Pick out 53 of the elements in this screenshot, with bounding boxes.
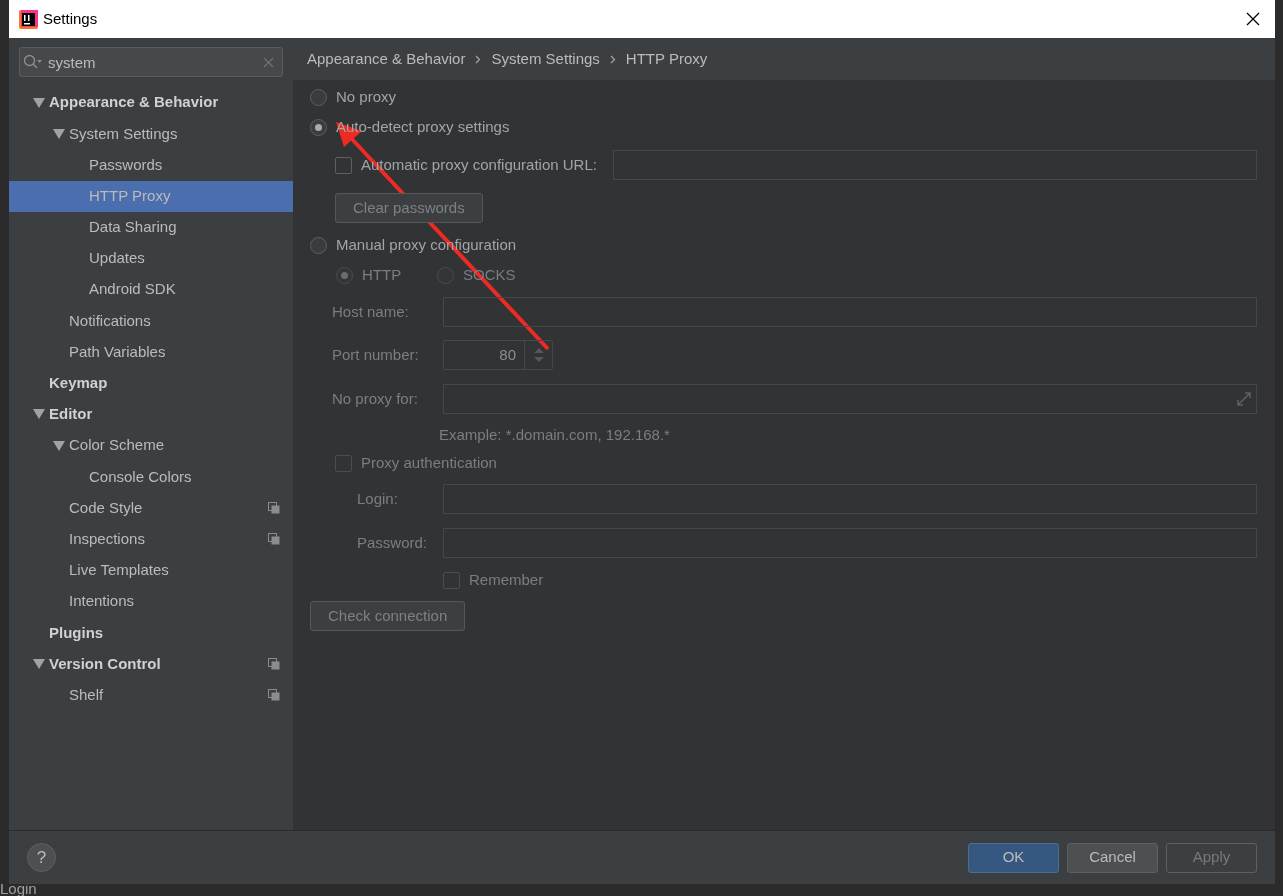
dialog-button[interactable]: OK bbox=[968, 842, 1059, 873]
tree-item[interactable]: Shelf bbox=[9, 679, 293, 711]
field-label: Password: bbox=[356, 532, 429, 553]
tree-item[interactable]: Notifications bbox=[9, 305, 293, 337]
expanded-triangle-icon[interactable] bbox=[33, 408, 45, 421]
tree-item[interactable]: Data Sharing bbox=[9, 211, 293, 243]
hint-text: Example: *.domain.com, 192.168.* bbox=[439, 424, 670, 445]
tree-item[interactable]: System Settings bbox=[9, 118, 293, 150]
field-label: No proxy for: bbox=[331, 388, 419, 409]
tree-item[interactable]: Inspections bbox=[9, 523, 293, 555]
field-label: Host name: bbox=[331, 301, 410, 322]
app-logo-icon bbox=[19, 9, 38, 29]
breadcrumb-item[interactable]: Appearance & Behavior bbox=[307, 47, 466, 71]
tree-item[interactable]: Keymap bbox=[9, 367, 293, 399]
search-icon bbox=[23, 54, 43, 70]
expand-icon[interactable] bbox=[1236, 391, 1252, 407]
tree-item[interactable]: Intentions bbox=[9, 586, 293, 618]
tree-item[interactable]: Live Templates bbox=[9, 554, 293, 586]
radio-label[interactable]: No proxy bbox=[336, 85, 397, 109]
tree-item[interactable]: Code Style bbox=[9, 492, 293, 524]
tree-item[interactable]: Console Colors bbox=[9, 461, 293, 493]
tree-item[interactable]: Version Control bbox=[9, 648, 293, 680]
breadcrumb-item[interactable]: HTTP Proxy bbox=[625, 47, 708, 71]
tree-item[interactable]: Appearance & Behavior bbox=[9, 87, 293, 119]
field-label: Port number: bbox=[331, 344, 420, 365]
host-name-field[interactable] bbox=[443, 297, 1257, 327]
field-label: Login: bbox=[356, 488, 399, 509]
tree-item[interactable]: Plugins bbox=[9, 617, 293, 649]
close-icon[interactable] bbox=[1246, 12, 1260, 26]
radio-button[interactable] bbox=[310, 236, 327, 254]
expanded-triangle-icon[interactable] bbox=[33, 96, 45, 109]
tree-item[interactable]: Color Scheme bbox=[9, 430, 293, 462]
radio-button[interactable] bbox=[310, 88, 327, 106]
expanded-triangle-icon[interactable] bbox=[53, 439, 65, 452]
clear-icon[interactable] bbox=[263, 57, 274, 68]
help-button[interactable]: ? bbox=[27, 843, 56, 872]
spinner-arrows-icon[interactable] bbox=[532, 347, 545, 363]
radio-button[interactable] bbox=[310, 118, 327, 136]
chevron-right-icon bbox=[609, 54, 616, 64]
tree-item[interactable]: Path Variables bbox=[9, 336, 293, 368]
expanded-triangle-icon[interactable] bbox=[33, 657, 45, 670]
breadcrumb-item[interactable]: System Settings bbox=[491, 47, 600, 71]
background-text: Login bbox=[0, 878, 37, 896]
dialog-button[interactable]: Cancel bbox=[1067, 842, 1158, 873]
search-field[interactable]: system bbox=[19, 47, 283, 77]
window-title: Settings bbox=[43, 8, 98, 29]
tree-item[interactable]: Updates bbox=[9, 242, 293, 275]
no-proxy-field[interactable] bbox=[443, 384, 1257, 414]
tree-item[interactable]: Android SDK bbox=[9, 274, 293, 306]
tree-item[interactable]: Passwords bbox=[9, 149, 293, 181]
tree-item[interactable]: Editor bbox=[9, 398, 293, 431]
chevron-right-icon bbox=[475, 54, 482, 64]
expanded-triangle-icon[interactable] bbox=[53, 127, 65, 140]
